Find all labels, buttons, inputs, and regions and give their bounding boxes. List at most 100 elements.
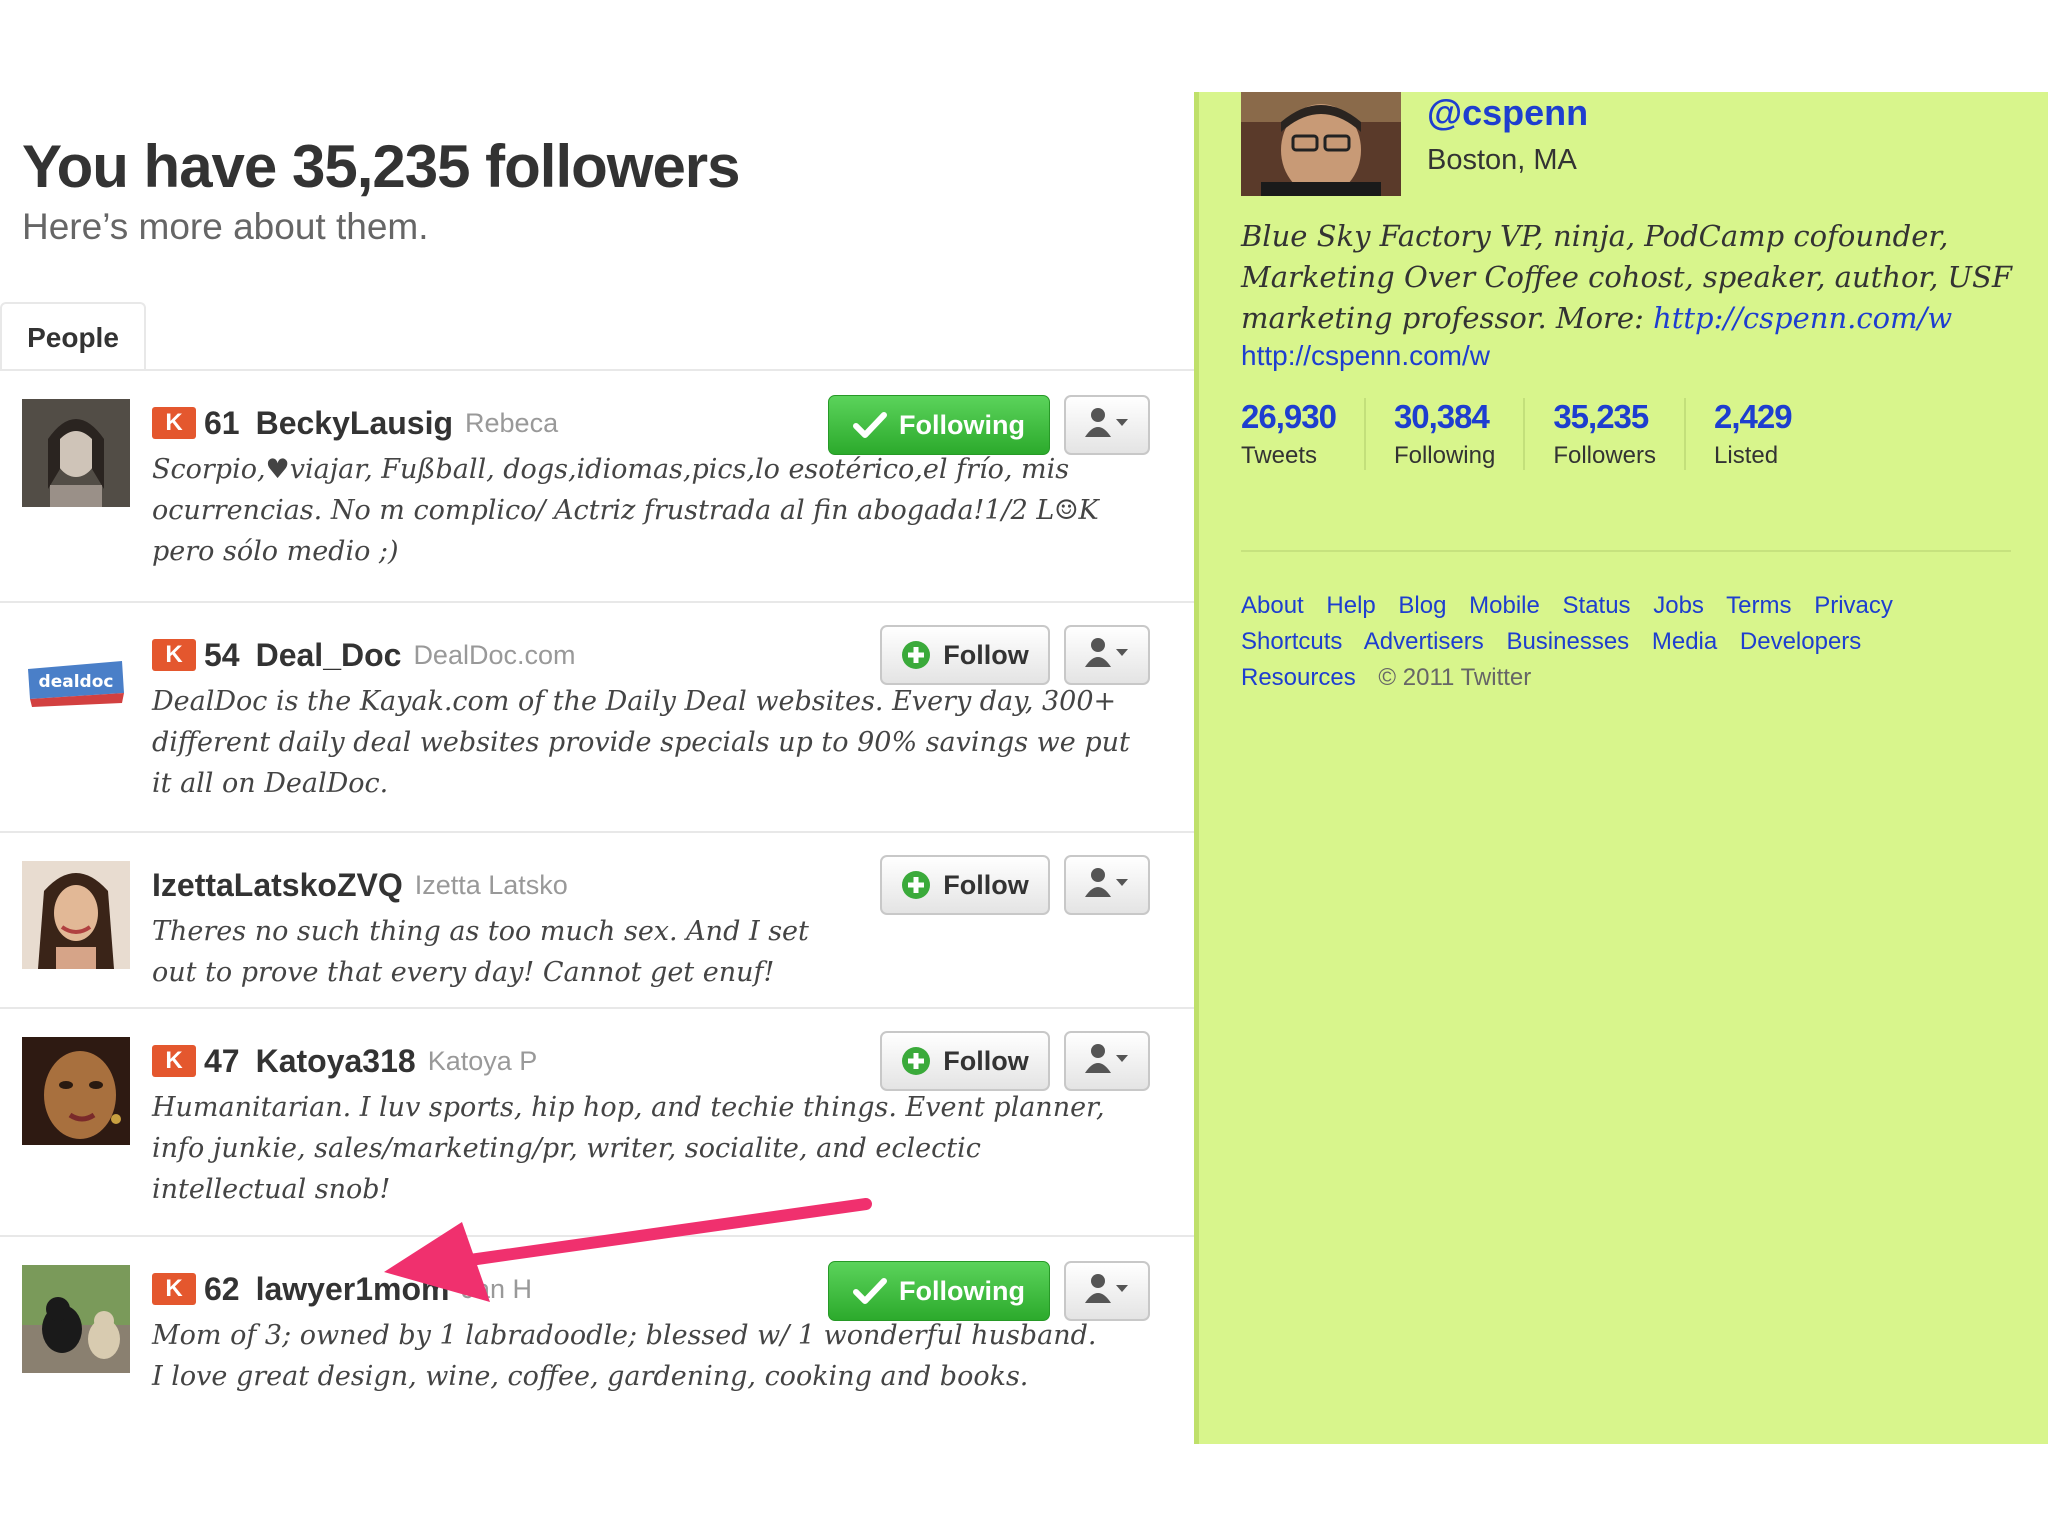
user-actions-dropdown[interactable] <box>1064 395 1150 455</box>
name-line: K 54 Deal_Doc DealDoc.com <box>152 635 576 675</box>
name-line: IzettaLatskoZVQ Izetta Latsko <box>152 865 568 905</box>
follower-row: K 47 Katoya318 Katoya P Follow Humanitar… <box>0 1009 1194 1237</box>
stat-tweets[interactable]: 26,930 Tweets <box>1241 398 1364 470</box>
stat-followers[interactable]: 35,235 Followers <box>1523 398 1684 470</box>
footer-link-resources[interactable]: Resources <box>1241 664 1356 691</box>
full-name: Katoya P <box>427 1045 538 1076</box>
main-column: You have 35,235 followers Here’s more ab… <box>0 0 1194 1536</box>
klout-badge-icon: K <box>152 639 196 671</box>
following-button-label: Following <box>899 409 1025 440</box>
following-button-label: Following <box>899 1275 1025 1306</box>
follower-bio: Mom of 3; owned by 1 labradoodle; blesse… <box>152 1320 1097 1392</box>
plus-circle-icon <box>901 870 931 900</box>
stat-label: Tweets <box>1241 442 1318 469</box>
plus-circle-icon <box>901 1046 931 1076</box>
footer-link-jobs[interactable]: Jobs <box>1653 592 1704 619</box>
footer-link-blog[interactable]: Blog <box>1398 592 1446 619</box>
follower-row: K 62 lawyer1mom Jan H Following Mom of 3… <box>0 1237 1194 1469</box>
full-name: Rebeca <box>465 407 559 438</box>
full-name: Izetta Latsko <box>414 869 568 900</box>
tab-people[interactable]: People <box>0 302 146 371</box>
footer-link-advertisers[interactable]: Advertisers <box>1364 628 1484 655</box>
follower-row: dealdoc K 54 Deal_Doc DealDoc.com Follow… <box>0 603 1194 833</box>
klout-score: 62 <box>204 1270 240 1307</box>
follow-button[interactable]: Follow <box>880 855 1050 915</box>
user-actions-dropdown[interactable] <box>1064 625 1150 685</box>
screen-name-link[interactable]: Katoya318 <box>256 1043 416 1080</box>
user-dropdown-icon <box>1085 407 1129 444</box>
profile-bio-link[interactable]: http://cspenn.com/w <box>1653 301 1952 335</box>
page-subtitle: Here’s more about them. <box>22 206 429 247</box>
stat-value: 35,235 <box>1553 398 1649 435</box>
page-title: You have 35,235 followers <box>22 133 741 200</box>
user-dropdown-icon <box>1085 637 1129 674</box>
follower-bio: DealDoc is the Kayak.com of the Daily De… <box>152 686 1130 799</box>
klout-score: 47 <box>204 1042 240 1079</box>
following-button[interactable]: Following <box>828 1261 1050 1321</box>
full-name: Jan H <box>461 1273 533 1304</box>
profile-avatar[interactable] <box>1241 92 1401 196</box>
follower-row: K 61 BeckyLausig Rebeca Following Scorpi… <box>0 371 1194 603</box>
follow-button-label: Follow <box>943 639 1029 670</box>
profile-location: Boston, MA <box>1427 144 1577 176</box>
footer-link-privacy[interactable]: Privacy <box>1814 592 1893 619</box>
klout-badge-icon: K <box>152 407 196 439</box>
stat-following[interactable]: 30,384 Following <box>1363 398 1523 470</box>
avatar[interactable] <box>22 861 130 969</box>
profile-url-link[interactable]: http://cspenn.com/w <box>1241 340 1490 372</box>
profile-handle-link[interactable]: @cspenn <box>1427 92 1588 134</box>
footer-link-media[interactable]: Media <box>1652 628 1717 655</box>
follower-bio: Scorpio,♥viajar, Fußball, dogs,idiomas,p… <box>152 454 1099 567</box>
screen-name-link[interactable]: Deal_Doc <box>256 637 402 674</box>
klout-score: 61 <box>204 404 240 441</box>
dealdoc-logo-text: dealdoc <box>39 672 114 692</box>
name-line: K 47 Katoya318 Katoya P <box>152 1041 537 1081</box>
klout-score: 54 <box>204 636 240 673</box>
checkmark-icon <box>853 411 887 439</box>
user-actions-dropdown[interactable] <box>1064 1261 1150 1321</box>
klout-badge-icon: K <box>152 1045 196 1077</box>
profile-stats: 26,930 Tweets 30,384 Following 35,235 Fo… <box>1241 398 1820 470</box>
screen-name-link[interactable]: BeckyLausig <box>256 405 453 442</box>
checkmark-icon <box>853 1277 887 1305</box>
screen-name-link[interactable]: IzettaLatskoZVQ <box>152 867 403 904</box>
user-dropdown-icon <box>1085 867 1129 904</box>
profile-sidebar: @cspenn Boston, MA Blue Sky Factory VP, … <box>1194 92 2048 1444</box>
footer-link-about[interactable]: About <box>1241 592 1304 619</box>
stat-label: Following <box>1393 442 1496 469</box>
stat-label: Followers <box>1553 442 1657 469</box>
name-line: K 61 BeckyLausig Rebeca <box>152 403 558 443</box>
full-name: DealDoc.com <box>413 639 576 670</box>
klout-badge-icon: K <box>152 1273 196 1305</box>
user-dropdown-icon <box>1085 1043 1129 1080</box>
stat-label: Listed <box>1714 442 1779 469</box>
follower-bio: Humanitarian. I luv sports, hip hop, and… <box>152 1092 1105 1205</box>
sidebar-divider <box>1241 550 2011 552</box>
stat-value: 26,930 <box>1241 398 1337 435</box>
user-actions-dropdown[interactable] <box>1064 1031 1150 1091</box>
following-button[interactable]: Following <box>828 395 1050 455</box>
avatar[interactable]: dealdoc <box>22 631 130 739</box>
follow-button[interactable]: Follow <box>880 1031 1050 1091</box>
footer-link-help[interactable]: Help <box>1326 592 1375 619</box>
footer-link-shortcuts[interactable]: Shortcuts <box>1241 628 1342 655</box>
follow-button-label: Follow <box>943 1045 1029 1076</box>
stat-value: 2,429 <box>1714 398 1793 435</box>
avatar[interactable] <box>22 1037 130 1145</box>
avatar[interactable] <box>22 399 130 507</box>
avatar[interactable] <box>22 1265 130 1373</box>
footer-links: About Help Blog Mobile Status Jobs Terms… <box>1241 588 2021 696</box>
footer-link-status[interactable]: Status <box>1563 592 1631 619</box>
screen-name-link[interactable]: lawyer1mom <box>256 1271 450 1308</box>
tab-people-label: People <box>27 321 119 353</box>
user-actions-dropdown[interactable] <box>1064 855 1150 915</box>
stat-listed[interactable]: 2,429 Listed <box>1684 398 1820 470</box>
footer-link-terms[interactable]: Terms <box>1726 592 1791 619</box>
footer-link-mobile[interactable]: Mobile <box>1469 592 1540 619</box>
footer-link-businesses[interactable]: Businesses <box>1506 628 1629 655</box>
name-line: K 62 lawyer1mom Jan H <box>152 1269 532 1309</box>
footer-link-developers[interactable]: Developers <box>1740 628 1861 655</box>
profile-bio: Blue Sky Factory VP, ninja, PodCamp cofo… <box>1241 216 2021 339</box>
follow-button[interactable]: Follow <box>880 625 1050 685</box>
stat-value: 30,384 <box>1393 398 1490 435</box>
